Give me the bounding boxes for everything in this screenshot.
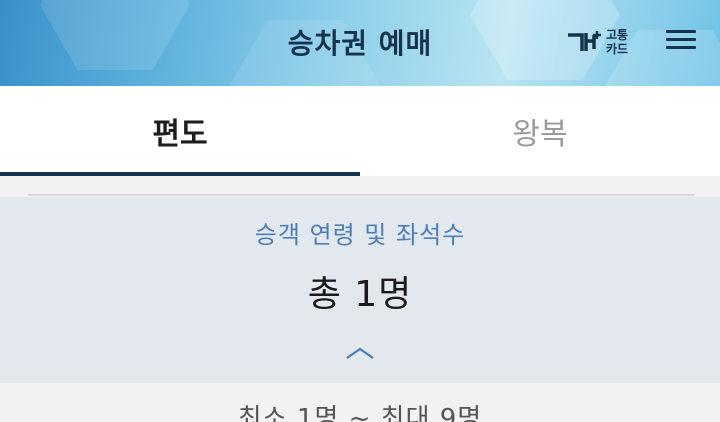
divider [28,194,694,196]
passenger-total: 총 1명 [307,274,413,315]
tab-one-way[interactable]: 편도 [0,86,360,176]
hamburger-menu-icon[interactable] [664,26,698,60]
app-header: 승차권 예매 고통 카드 [0,0,720,86]
chevron-up-icon[interactable] [344,345,376,361]
passenger-label: 승객 연령 및 좌석수 [254,221,466,249]
trip-type-tabs: 편도 왕복 [0,86,720,176]
passenger-limit-text: 최소 1명 ~ 최대 9명 [237,404,483,422]
logo-text-line2: 카드 [606,42,629,56]
passenger-selector[interactable]: 승객 연령 및 좌석수 총 1명 [0,197,720,383]
transit-card-logo[interactable]: 고통 카드 [566,24,640,60]
logo-text-line1: 고통 [606,28,629,42]
transit-card-logo-icon [568,31,601,51]
tab-round-trip[interactable]: 왕복 [360,86,720,176]
